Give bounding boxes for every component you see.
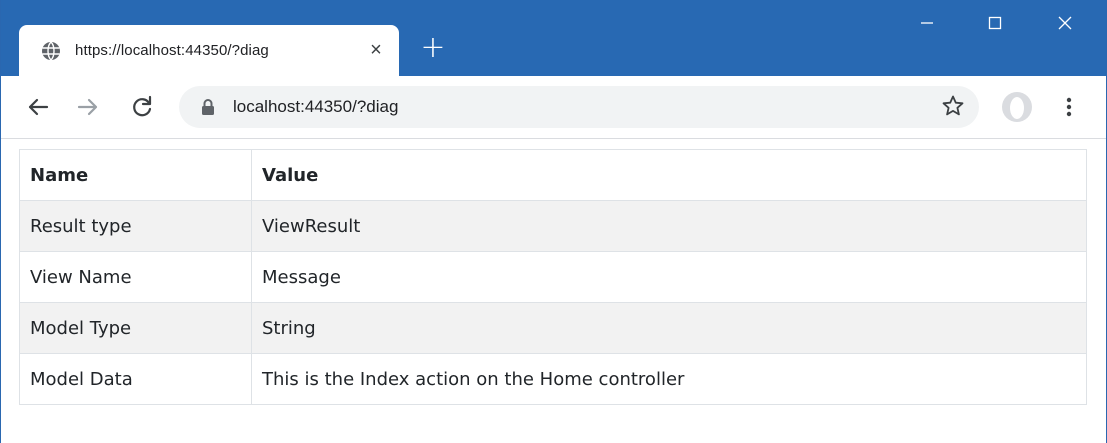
tab-close-icon[interactable]: × [365,39,387,61]
row-value-cell: String [251,302,1087,354]
tab-title: https://localhost:44350/?diag [75,42,269,59]
browser-tab[interactable]: https://localhost:44350/?diag × [19,25,399,76]
row-name-cell: Model Data [19,353,252,405]
table-header-row: Name Value [19,149,1087,201]
row-name-cell: Model Type [19,302,252,354]
reload-icon[interactable] [127,92,157,122]
new-tab-button[interactable]: + [417,33,449,65]
profile-avatar-icon[interactable] [1001,91,1033,123]
table-row: Model Type String [19,302,1087,354]
star-icon[interactable] [941,94,965,118]
kebab-menu-icon[interactable] [1057,92,1081,122]
url-input[interactable] [233,97,833,117]
close-icon[interactable] [1045,8,1085,38]
page-content: Name Value Result type ViewResult View N… [1,138,1106,443]
table-row: Result type ViewResult [19,200,1087,252]
row-name-cell: Result type [19,200,252,252]
row-value-cell: ViewResult [251,200,1087,252]
row-name-cell: View Name [19,251,252,303]
globe-icon [42,41,60,60]
maximize-icon[interactable] [975,8,1015,38]
forward-arrow-icon[interactable] [73,92,103,122]
row-value-cell: Message [251,251,1087,303]
toolbar-divider [1,138,1106,139]
row-value-cell: This is the Index action on the Home con… [251,353,1087,405]
table-row: View Name Message [19,251,1087,303]
browser-window: https://localhost:44350/?diag × + localh… [0,0,1107,443]
table-row: Model Data This is the Index action on t… [19,353,1087,405]
column-header-name: Name [19,149,252,201]
column-header-value: Value [251,149,1087,201]
address-bar[interactable] [179,86,979,128]
title-bar: https://localhost:44350/?diag × + [1,0,1106,76]
lock-icon[interactable] [201,98,215,116]
minimize-icon[interactable] [907,8,947,38]
browser-toolbar [1,76,1106,138]
diagnostics-table: Name Value Result type ViewResult View N… [19,149,1087,405]
back-arrow-icon[interactable] [23,92,53,122]
